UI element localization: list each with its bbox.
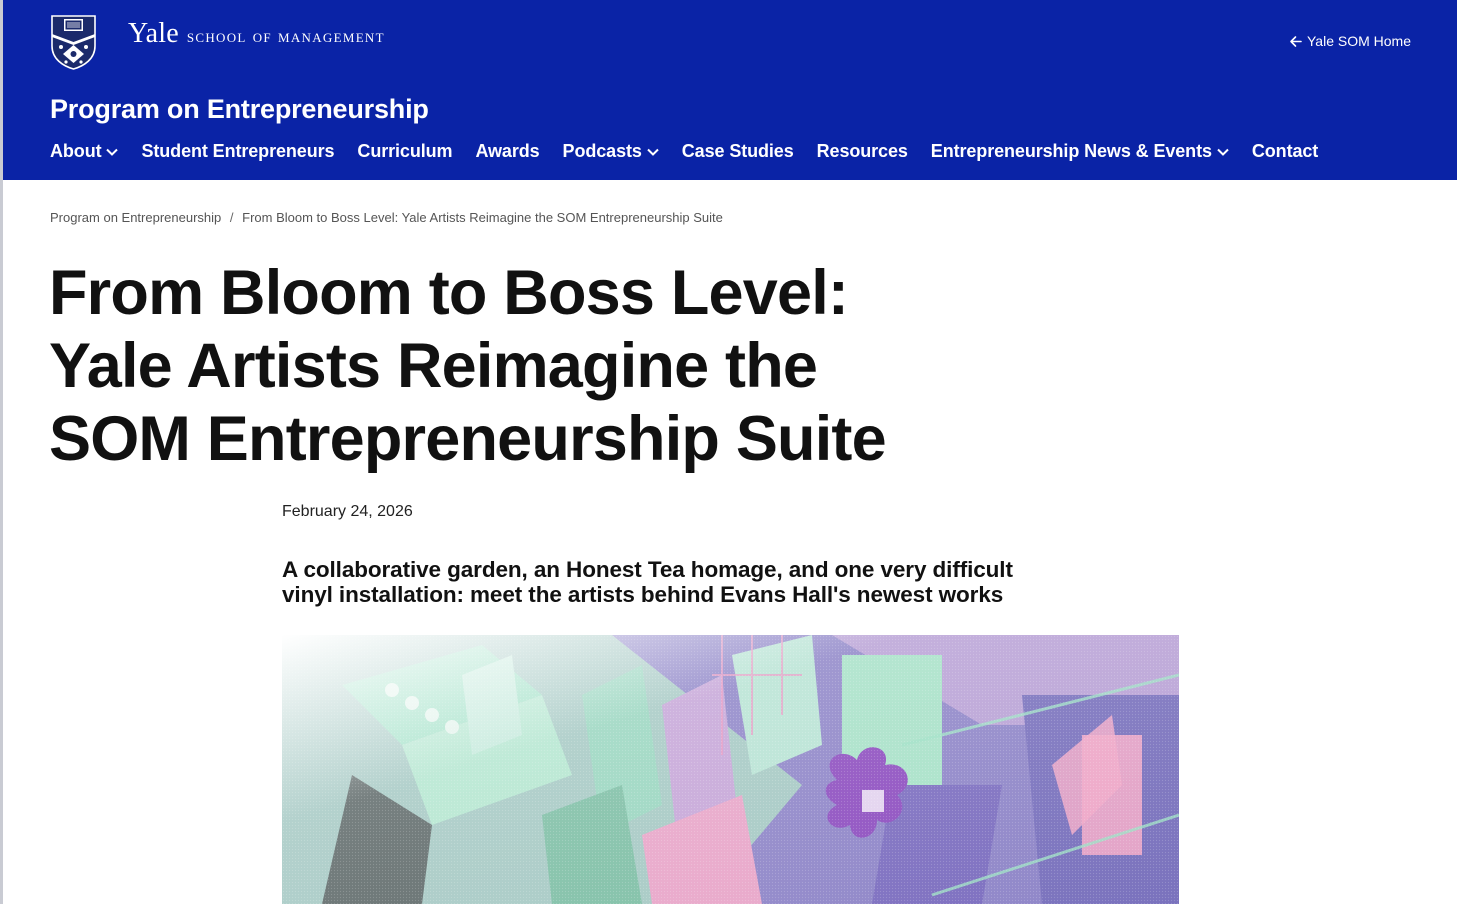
site-header: Yale School of Management Yale SOM Home P…	[3, 0, 1457, 180]
hero-image	[282, 635, 1179, 904]
article-headline: From Bloom to Boss Level: Yale Artists R…	[49, 257, 1009, 476]
school-wordmark: Yale School of Management	[128, 18, 385, 50]
nav-news-events-label: Entrepreneurship News & Events	[930, 141, 1212, 161]
nav-case-studies-label: Case Studies	[681, 141, 794, 161]
nav-awards-label: Awards	[475, 141, 540, 161]
dek-line-1: A collaborative garden, an Honest Tea ho…	[282, 557, 1013, 582]
nav-contact[interactable]: Contact	[1252, 141, 1318, 162]
program-title[interactable]: Program on Entrepreneurship	[50, 94, 429, 125]
nav-podcasts-label: Podcasts	[562, 141, 642, 161]
nav-about-label: About	[50, 141, 102, 161]
nav-contact-label: Contact	[1251, 141, 1319, 161]
article-dek: A collaborative garden, an Honest Tea ho…	[282, 557, 1182, 607]
brand-logo[interactable]: Yale School of Management	[50, 14, 385, 70]
nav-student-entrepreneurs[interactable]: Student Entrepreneurs	[141, 141, 334, 162]
wordmark-yale: Yale	[128, 18, 179, 49]
yale-shield-icon	[51, 15, 96, 70]
nav-case-studies[interactable]: Case Studies	[682, 141, 794, 162]
breadcrumb-current: From Bloom to Boss Level: Yale Artists R…	[242, 210, 723, 225]
nav-curriculum-label: Curriculum	[357, 141, 453, 161]
headline-line-2: Yale Artists Reimagine the	[49, 331, 818, 401]
main-nav: About Student Entrepreneurs Curriculum A…	[50, 141, 1341, 162]
article-date: February 24, 2026	[282, 503, 413, 520]
nav-news-events[interactable]: Entrepreneurship News & Events	[931, 141, 1229, 162]
nav-resources-label: Resources	[816, 141, 908, 161]
headline-line-3: SOM Entrepreneurship Suite	[49, 404, 887, 474]
arrow-left-icon	[1290, 35, 1302, 47]
dek-line-2: vinyl installation: meet the artists beh…	[282, 582, 1004, 607]
chevron-down-icon	[106, 148, 119, 156]
nav-about[interactable]: About	[50, 141, 119, 162]
chevron-down-icon	[647, 148, 659, 156]
nav-resources[interactable]: Resources	[817, 141, 908, 162]
hero-artwork	[282, 635, 1179, 904]
breadcrumb-parent-link[interactable]: Program on Entrepreneurship	[50, 210, 221, 225]
nav-podcasts[interactable]: Podcasts	[563, 141, 659, 162]
yale-som-home-link[interactable]: Yale SOM Home	[1289, 33, 1411, 49]
home-link-label: Yale SOM Home	[1307, 33, 1411, 49]
chevron-down-icon	[1217, 148, 1229, 156]
breadcrumb-separator: /	[229, 210, 234, 225]
wordmark-school: School of Management	[186, 26, 385, 47]
nav-curriculum[interactable]: Curriculum	[357, 141, 452, 162]
nav-student-entrepreneurs-label: Student Entrepreneurs	[141, 141, 335, 161]
headline-line-1: From Bloom to Boss Level:	[49, 258, 849, 328]
nav-awards[interactable]: Awards	[475, 141, 539, 162]
breadcrumb: Program on Entrepreneurship / From Bloom…	[50, 210, 723, 225]
